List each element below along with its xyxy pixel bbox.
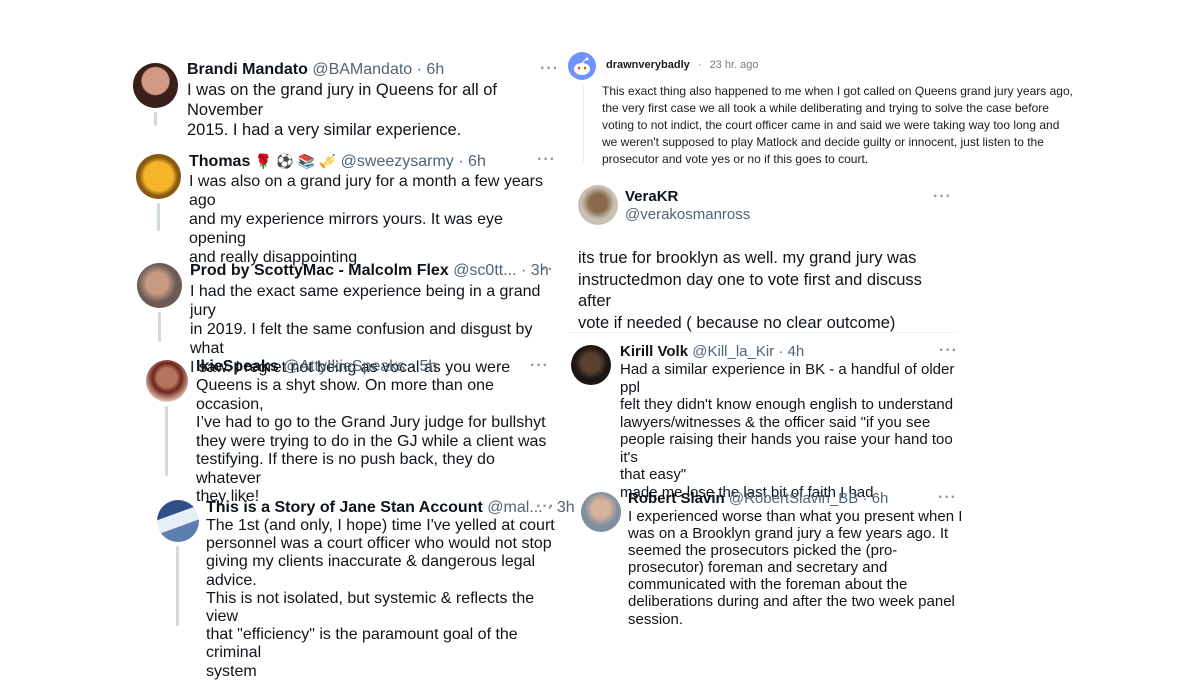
display-name[interactable]: Brandi Mandato [187,61,308,78]
avatar-kirill-volk[interactable] [571,345,611,385]
avatar-jane-stan-account[interactable] [157,500,199,542]
tweet-header: This is a Story of Jane Stan Account @ma… [206,498,575,518]
handle[interactable]: @mal... [487,499,542,516]
more-options-icon[interactable]: ··· [933,189,952,205]
more-options-icon[interactable]: ··· [537,152,556,168]
tweet-text: its true for brooklyn as well. my grand … [578,249,922,332]
tweet-header: Thomas 🌹 ⚽ 📚 🎺 @sweezysarmy · 6h [189,151,486,172]
comment-thread-line[interactable] [583,84,584,164]
tweet-text: The 1st (and only, I hope) time I've yel… [206,517,555,680]
tweet-header: IkieSpeaks @AttyIkieSpeaks · 5h [196,357,437,377]
handle[interactable]: @sweezysarmy [341,153,454,170]
avatar-ikiespeaks[interactable] [146,360,188,402]
comment-meta: drawnverybadly · 23 hr. ago [606,58,759,72]
avatar-scottymac[interactable] [137,263,182,308]
comment-username[interactable]: drawnverybadly [606,59,690,71]
snoo-icon [574,57,590,75]
thread-line [165,406,168,476]
handle[interactable]: @verakosmanross [625,206,750,224]
display-name[interactable]: Prod by ScottyMac - Malcolm Flex [190,262,449,279]
comment-time[interactable]: 23 hr. ago [710,59,759,71]
thread-line [154,112,157,126]
thread-line [176,546,179,626]
timestamp[interactable]: · 6h [458,153,486,170]
handle[interactable]: @RobertSlavin_BB [729,490,858,507]
handle[interactable]: @AttyIkieSpeaks [283,358,405,375]
more-options-icon[interactable]: ··· [938,490,957,506]
avatar-brandi-mandato[interactable] [133,63,178,108]
avatar-thomas[interactable] [136,154,181,199]
divider [568,332,958,333]
display-name[interactable]: This is a Story of Jane Stan Account [206,499,483,516]
thread-line [158,312,161,342]
tweet-text: Queens is a shyt show. On more than one … [196,377,547,505]
more-options-icon[interactable]: ··· [535,262,554,278]
tweet-header: VeraKR @verakosmanross [625,188,750,224]
tweet-text: I was on the grand jury in Queens for al… [187,81,498,139]
more-options-icon[interactable]: ··· [536,499,555,515]
comment-text: This exact thing also happened to me whe… [602,84,1073,166]
tweet-header: Brandi Mandato @BAMandato · 6h [187,60,444,80]
handle[interactable]: @BAMandato [312,61,412,78]
tweet-text: Had a similar experience in BK - a handf… [620,361,955,501]
tweet-header: Kirill Volk @Kill_la_Kir · 4h [620,342,804,362]
tweet-text: I experienced worse than what you presen… [628,508,963,628]
handle[interactable]: @Kill_la_Kir [692,343,774,360]
reddit-snoo-avatar-icon[interactable] [568,52,596,80]
timestamp[interactable]: · 6h [863,490,889,507]
more-options-icon[interactable]: ··· [540,61,559,77]
more-options-icon[interactable]: ··· [939,343,958,359]
more-options-icon[interactable]: ··· [530,358,549,374]
display-name[interactable]: Robert Slavin [628,490,725,507]
display-name[interactable]: IkieSpeaks [196,358,279,375]
comment-separator: · [697,59,702,71]
tweet-header: Robert Slavin @RobertSlavin_BB · 6h [628,489,888,509]
display-name[interactable]: VeraKR [625,188,750,206]
display-name[interactable]: Kirill Volk [620,343,688,360]
tweet-text: I was also on a grand jury for a month a… [189,173,543,266]
avatar-verakr[interactable] [578,185,618,225]
thread-line [157,203,160,231]
handle[interactable]: @sc0tt... [453,262,516,279]
timestamp[interactable]: · 4h [778,343,804,360]
name-emoji: 🌹 ⚽ 📚 🎺 [254,153,337,169]
display-name[interactable]: Thomas [189,153,250,170]
timestamp[interactable]: · 6h [417,61,445,78]
timestamp[interactable]: · 5h [410,358,438,375]
tweet-header: Prod by ScottyMac - Malcolm Flex @sc0tt.… [190,261,549,281]
avatar-robert-slavin[interactable] [581,492,621,532]
